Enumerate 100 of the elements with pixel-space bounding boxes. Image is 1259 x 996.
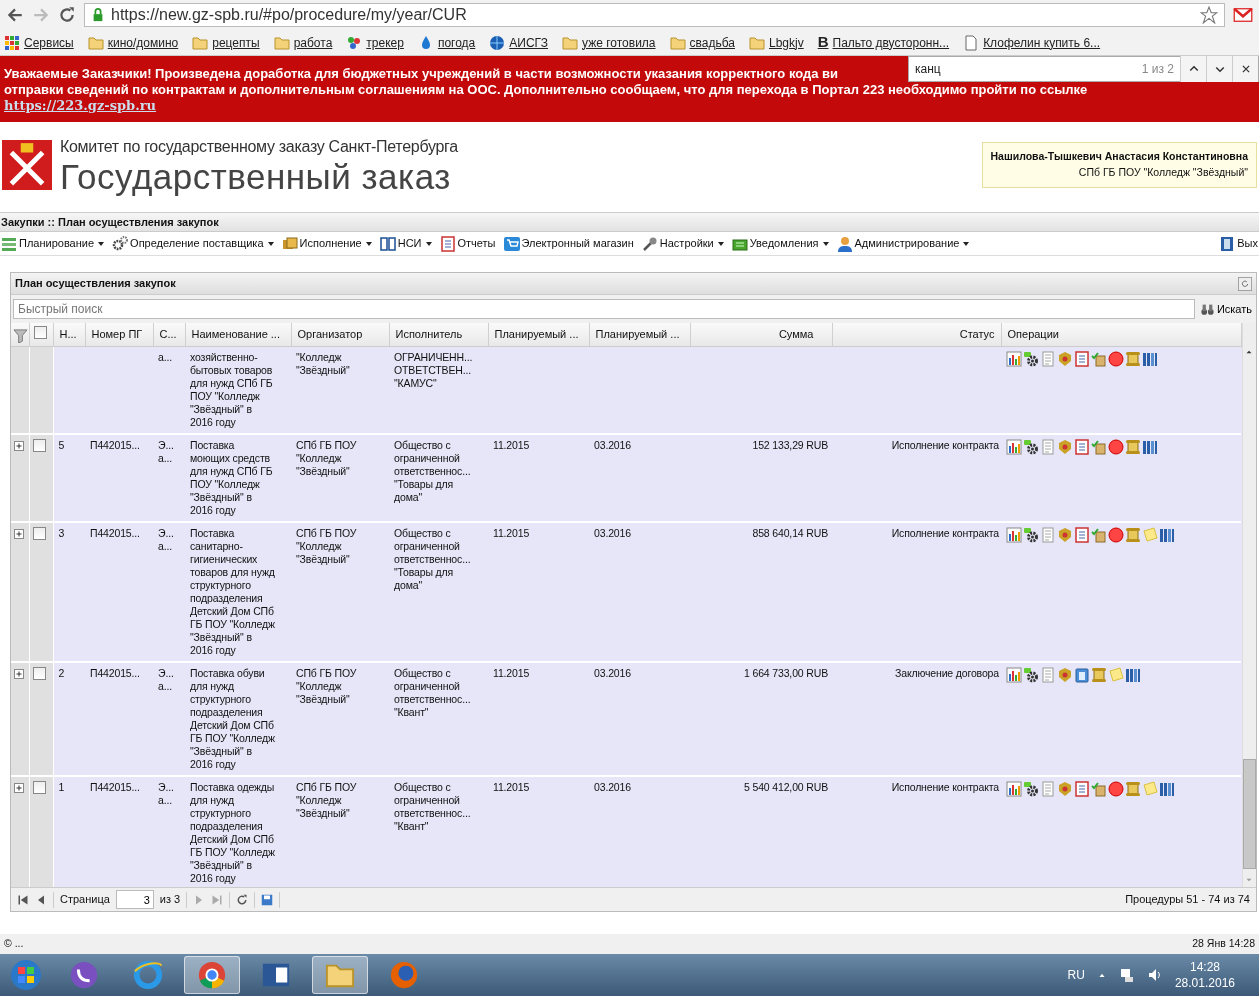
find-query[interactable]: канц <box>909 61 1142 77</box>
bookmark-link[interactable]: Клофелин купить 6... <box>963 33 1101 52</box>
notebook-icon[interactable] <box>1074 438 1090 455</box>
scroll-icon[interactable] <box>1125 780 1141 797</box>
column-header[interactable]: Сумма <box>690 323 832 346</box>
checklist-icon[interactable] <box>1091 438 1107 455</box>
stop-icon[interactable] <box>1108 780 1124 797</box>
clock[interactable]: 14:28 28.01.2016 <box>1174 959 1235 991</box>
expand-icon[interactable] <box>14 440 24 451</box>
menu-item[interactable]: Электронный магазин <box>503 235 634 252</box>
scroll-icon[interactable] <box>1125 526 1141 543</box>
menu-item[interactable]: Исполнение <box>281 235 372 252</box>
column-header[interactable]: Операции <box>1001 323 1241 346</box>
bookmark-link[interactable]: АИСГЗ <box>489 33 549 52</box>
binders-icon[interactable] <box>1142 438 1158 455</box>
menu-item[interactable]: Администрирование <box>836 235 970 252</box>
emblem-icon[interactable] <box>1057 780 1073 797</box>
refresh-icon[interactable] <box>1238 276 1252 291</box>
menu-item[interactable]: НСИ <box>379 235 432 252</box>
binders-icon[interactable] <box>1159 780 1175 797</box>
stop-icon[interactable] <box>1108 438 1124 455</box>
reload-icon[interactable] <box>58 6 76 24</box>
previous-match-button[interactable] <box>1180 56 1206 82</box>
stop-icon[interactable] <box>1108 350 1124 367</box>
stop-icon[interactable] <box>1108 526 1124 543</box>
expand-icon[interactable] <box>14 668 24 679</box>
chart-icon[interactable] <box>1006 526 1022 543</box>
bookmark-link[interactable]: B Пальто двусторонн... <box>817 31 950 54</box>
scroll-icon[interactable] <box>1125 350 1141 367</box>
chart-icon[interactable] <box>1006 438 1022 455</box>
menu-item[interactable]: Отчеты <box>439 235 496 252</box>
binders-icon[interactable] <box>1125 666 1141 683</box>
gear-icon[interactable] <box>1023 526 1039 543</box>
address-bar[interactable]: https://new.gz-spb.ru/#po/procedure/my/year/CUR <box>84 3 1225 27</box>
next-match-button[interactable] <box>1206 56 1232 82</box>
expand-icon[interactable] <box>14 528 24 539</box>
menu-item[interactable]: Уведомления <box>731 235 829 252</box>
search-button[interactable]: Искать <box>1198 300 1254 318</box>
bookmark-link[interactable]: Сервисы <box>4 33 74 52</box>
quick-search-field[interactable]: Быстрый поиск <box>13 299 1195 319</box>
scroll-icon[interactable] <box>1091 666 1107 683</box>
checklist-icon[interactable] <box>1091 350 1107 367</box>
column-header[interactable]: Организатор <box>291 323 389 346</box>
checklist-icon[interactable] <box>1091 780 1107 797</box>
notebook-icon[interactable] <box>1074 526 1090 543</box>
column-header[interactable]: Планируемый ... <box>589 323 690 346</box>
first-page-button[interactable] <box>17 893 29 906</box>
chart-icon[interactable] <box>1006 350 1022 367</box>
page-number-field[interactable]: 3 <box>115 890 154 909</box>
bookmark-link[interactable]: уже готовила <box>562 33 656 52</box>
row-checkbox[interactable] <box>32 438 46 452</box>
emblem-icon[interactable] <box>1057 666 1073 683</box>
column-header[interactable]: Н... <box>53 323 85 346</box>
bookmark-link[interactable]: трекер <box>346 33 404 52</box>
column-header[interactable]: Статус <box>832 323 1001 346</box>
gear-icon[interactable] <box>1023 350 1039 367</box>
network-icon[interactable] <box>1118 967 1135 983</box>
mail-icon[interactable] <box>1233 5 1253 25</box>
gear-icon[interactable] <box>1023 780 1039 797</box>
row-checkbox[interactable] <box>32 780 46 794</box>
emblem-icon[interactable] <box>1057 526 1073 543</box>
notebook-icon[interactable] <box>1074 350 1090 367</box>
row-checkbox[interactable] <box>32 526 46 540</box>
column-header[interactable]: Планируемый ... <box>488 323 589 346</box>
notebook-icon[interactable] <box>1074 780 1090 797</box>
column-header[interactable]: Наименование ... <box>185 323 291 346</box>
bookmark-link[interactable]: погода <box>417 33 476 52</box>
select-all-checkbox[interactable] <box>33 326 47 339</box>
bookmark-link[interactable]: Lbgkjv <box>749 33 804 52</box>
bookmark-link[interactable]: свадьба <box>669 33 735 52</box>
scroll-icon[interactable] <box>1125 438 1141 455</box>
bookmark-link[interactable]: кино/домино <box>87 33 179 52</box>
chart-icon[interactable] <box>1006 780 1022 797</box>
clipboard-icon[interactable] <box>1074 666 1090 683</box>
back-arrow-icon[interactable] <box>6 6 24 24</box>
menu-item[interactable]: Настройки <box>641 235 724 252</box>
exit-menu-item[interactable]: Вых <box>1219 235 1258 252</box>
refresh-button[interactable] <box>236 893 249 906</box>
binders-icon[interactable] <box>1159 526 1175 543</box>
expand-icon[interactable] <box>14 782 24 793</box>
column-header[interactable]: Исполнитель <box>389 323 488 346</box>
speaker-icon[interactable] <box>1146 967 1163 983</box>
chart-icon[interactable] <box>1006 666 1022 683</box>
column-header[interactable]: С... <box>153 323 185 346</box>
language-indicator[interactable]: RU <box>1067 966 1085 984</box>
star-icon[interactable] <box>1200 6 1218 24</box>
gear-icon[interactable] <box>1023 438 1039 455</box>
emblem-icon[interactable] <box>1057 438 1073 455</box>
menu-item[interactable]: Планирование <box>1 235 105 252</box>
checklist-icon[interactable] <box>1091 526 1107 543</box>
bookmark-link[interactable]: рецепты <box>192 33 260 52</box>
binders-icon[interactable] <box>1142 350 1158 367</box>
emblem-icon[interactable] <box>1057 350 1073 367</box>
taskbar-app-button[interactable] <box>184 956 240 994</box>
bookmark-link[interactable]: работа <box>273 33 333 52</box>
column-header[interactable]: Номер ПГ <box>85 323 153 346</box>
portal-link[interactable]: https://223.gz-spb.ru <box>4 98 157 113</box>
menu-item[interactable]: Определение поставщика <box>112 235 274 252</box>
row-checkbox[interactable] <box>32 666 46 680</box>
gear-icon[interactable] <box>1023 666 1039 683</box>
